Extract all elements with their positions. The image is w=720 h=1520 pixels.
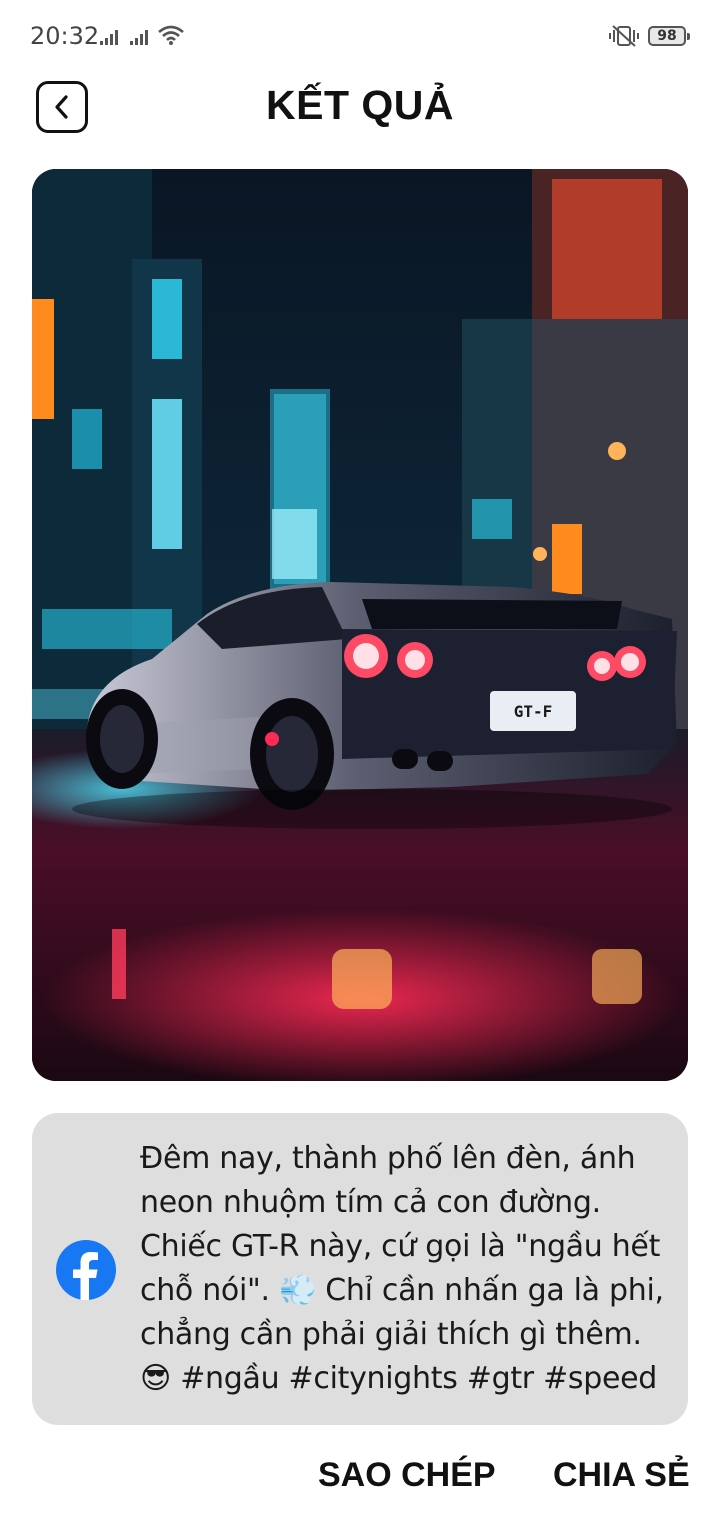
status-bar: 20:32 98 <box>0 0 720 72</box>
signal-icon <box>100 30 118 45</box>
signal-icon <box>130 30 148 45</box>
page-title: KẾT QUẢ <box>266 82 454 128</box>
caption-card: Đêm nay, thành phố lên đèn, ánh neon nhu… <box>32 1113 688 1425</box>
copy-button[interactable]: SAO CHÉP <box>318 1456 496 1495</box>
caption-text: Đêm nay, thành phố lên đèn, ánh neon nhu… <box>140 1141 664 1396</box>
result-image: GT-F <box>32 169 688 1081</box>
wifi-icon <box>158 25 184 45</box>
facebook-icon <box>56 1240 116 1300</box>
vibrate-icon <box>609 25 639 47</box>
battery-level: 98 <box>657 28 677 44</box>
battery-icon: 98 <box>648 26 690 46</box>
status-time: 20:32 <box>30 22 100 50</box>
license-plate-text: GT-F <box>514 702 553 721</box>
share-button[interactable]: CHIA SẺ <box>553 1456 690 1495</box>
